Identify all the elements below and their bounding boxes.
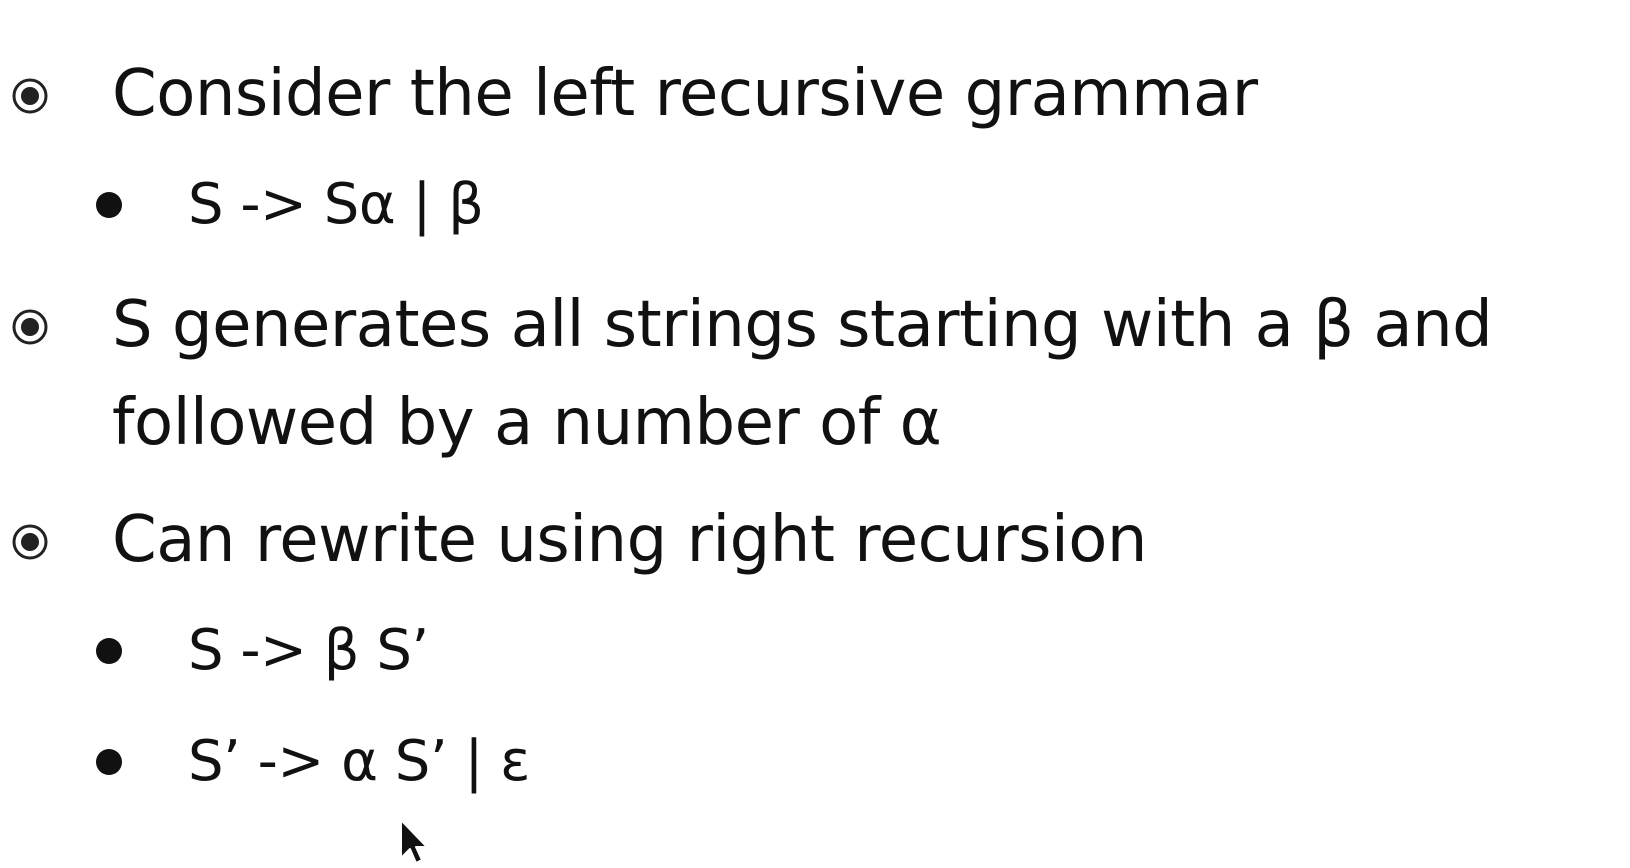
ringed-dot-bullet-icon xyxy=(8,74,52,118)
grammar-rule-right-s-prime: S’ -> α S’ | ε xyxy=(188,729,530,794)
filled-dot-bullet-icon xyxy=(92,188,126,222)
mouse-pointer-icon xyxy=(398,818,428,864)
bullet-text-rewrite: Can rewrite using right recursion xyxy=(112,503,1147,577)
bullet-text-generates-line1: S generates all strings starting with a … xyxy=(112,288,1493,362)
grammar-rule-right-s: S -> β S’ xyxy=(188,618,429,683)
bullet-text-consider: Consider the left recursive grammar xyxy=(112,57,1258,131)
ringed-dot-bullet-icon xyxy=(8,520,52,564)
slide: Consider the left recursive grammar S ->… xyxy=(0,0,1630,864)
filled-dot-bullet-icon xyxy=(92,634,126,668)
ringed-dot-bullet-icon xyxy=(8,305,52,349)
bullet-text-generates-line2: followed by a number of α xyxy=(112,386,942,460)
grammar-rule-left-recursive: S -> Sα | β xyxy=(188,172,484,237)
filled-dot-bullet-icon xyxy=(92,745,126,779)
